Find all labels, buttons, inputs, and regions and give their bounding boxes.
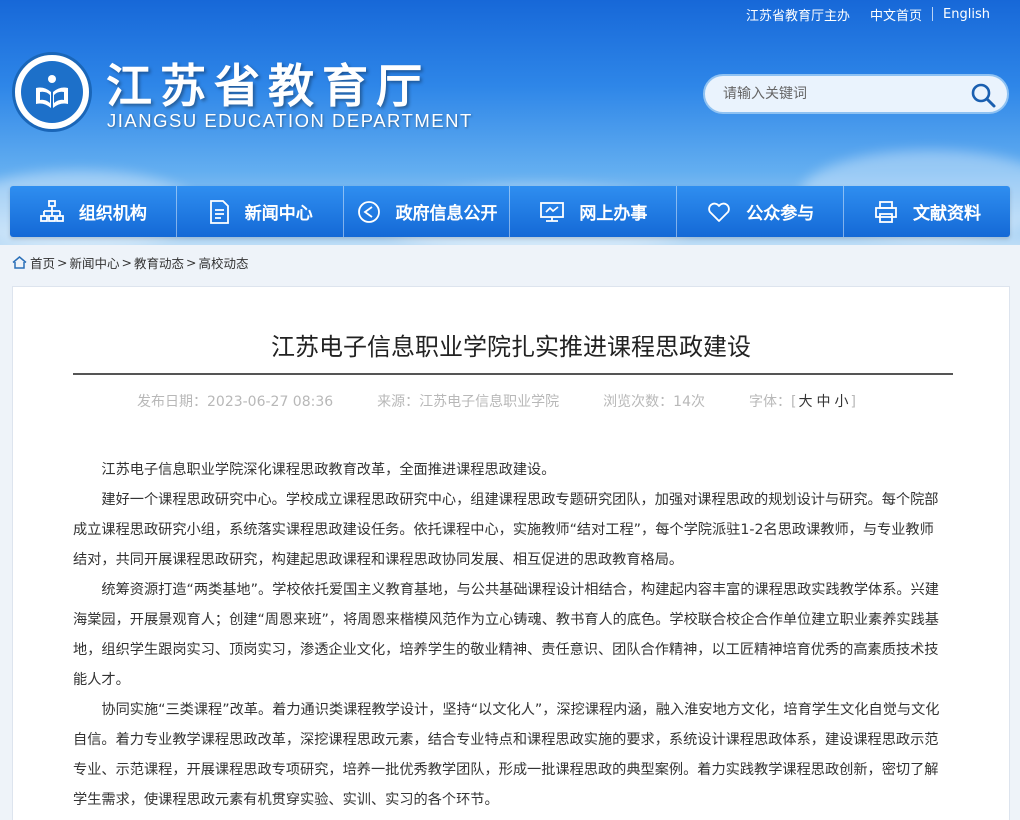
nav-label: 政府信息公开 — [395, 204, 498, 224]
breadcrumb-news[interactable]: 新闻中心 — [70, 253, 120, 272]
font-small-button[interactable]: 小 — [834, 394, 848, 410]
nav-item-organization[interactable]: 组织机构 — [10, 186, 177, 237]
nav-item-public-participation[interactable]: 公众参与 — [677, 186, 845, 237]
article-paragraph: 江苏电子信息职业学院深化课程思政教育改革，全面推进课程思政建设。 — [101, 462, 556, 478]
home-icon — [12, 256, 27, 269]
breadcrumb-separator: > — [121, 255, 132, 270]
host-text: 江苏省教育厅主办 — [746, 8, 851, 24]
article-body: 江苏电子信息职业学院深化课程思政教育改革，全面推进课程思政建设。 建好一个课程思… — [73, 455, 947, 815]
font-size-control: 字体：[大中小] — [749, 394, 856, 410]
nav-label: 文献资料 — [913, 204, 982, 224]
view-count: 浏览次数：14次 — [603, 394, 705, 410]
search-icon[interactable] — [969, 81, 997, 113]
font-large-button[interactable]: 大 — [798, 394, 812, 410]
search-box — [703, 74, 1009, 114]
nav-label: 公众参与 — [746, 204, 815, 224]
article-title: 江苏电子信息职业学院扎实推进课程思政建设 — [271, 333, 751, 361]
english-link[interactable]: English — [933, 7, 1000, 22]
font-medium-button[interactable]: 中 — [816, 394, 830, 410]
book-emblem-icon — [21, 61, 83, 123]
breadcrumb-separator: > — [57, 255, 68, 270]
chinese-home-link[interactable]: 中文首页 — [860, 5, 932, 24]
breadcrumb-edu-news[interactable]: 教育动态 — [134, 253, 184, 272]
article-meta: 发布日期：2023-06-27 08:36 来源：江苏电子信息职业学院 浏览次数… — [137, 391, 856, 411]
heart-icon — [708, 202, 730, 222]
breadcrumb-separator: > — [186, 255, 197, 270]
article-panel: 江苏电子信息职业学院扎实推进课程思政建设 发布日期：2023-06-27 08:… — [12, 286, 1010, 820]
site-title: 江苏省教育厅 — [106, 59, 430, 113]
top-links: 江苏省教育厅主办 中文首页 English — [736, 4, 1000, 24]
nav-item-online-service[interactable]: 网上办事 — [510, 186, 678, 237]
article-paragraph: 统筹资源打造“两类基地”。学校依托爱国主义教育基地，与公共基础课程设计相结合，构… — [73, 582, 939, 688]
article-paragraph: 建好一个课程思政研究中心。学校成立课程思政研究中心，组建课程思政专题研究团队，加… — [73, 492, 939, 568]
breadcrumb: 首页 > 新闻中心 > 教育动态 > 高校动态 — [12, 253, 249, 272]
nav-item-news[interactable]: 新闻中心 — [177, 186, 344, 237]
nav-label: 新闻中心 — [244, 204, 313, 224]
nav-label: 网上办事 — [579, 204, 648, 224]
printer-icon — [875, 200, 897, 223]
monitor-icon — [540, 201, 565, 222]
nav-item-documents[interactable]: 文献资料 — [844, 186, 1010, 237]
breadcrumb-university-news[interactable]: 高校动态 — [199, 253, 249, 272]
site-subtitle: JIANGSU EDUCATION DEPARTMENT — [107, 110, 473, 131]
article-source: 来源：江苏电子信息职业学院 — [377, 394, 560, 410]
nav-label: 组织机构 — [78, 204, 147, 224]
publish-date: 发布日期：2023-06-27 08:36 — [137, 394, 334, 410]
document-icon — [209, 199, 229, 224]
article-paragraph: 协同实施“三类课程”改革。着力通识类课程教学设计，坚持“以文化人”，深挖课程内涵… — [73, 702, 940, 808]
play-circle-icon — [357, 200, 380, 223]
title-divider — [73, 373, 953, 375]
breadcrumb-home[interactable]: 首页 — [30, 253, 55, 272]
main-nav: 组织机构 新闻中心 政府信息公开 网上办事 公众参与 文献资料 — [10, 186, 1010, 237]
font-size-label: 字体： — [749, 394, 791, 410]
org-chart-icon — [40, 199, 64, 222]
search-input[interactable] — [723, 86, 963, 102]
nav-item-gov-info[interactable]: 政府信息公开 — [344, 186, 511, 237]
logo-emblem[interactable] — [12, 52, 92, 132]
